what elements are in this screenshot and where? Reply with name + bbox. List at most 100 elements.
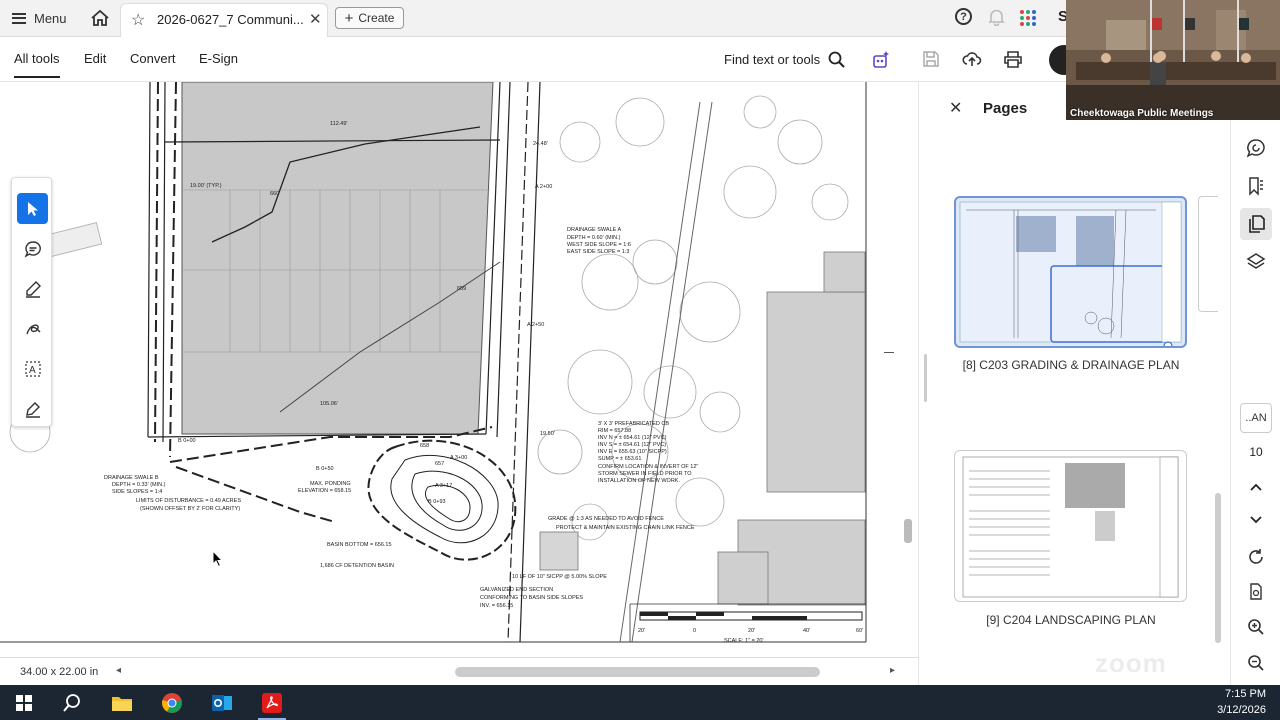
- mouse-pointer-icon: [212, 550, 224, 568]
- create-button[interactable]: + Create: [335, 7, 404, 29]
- pages-panel-scrollbar[interactable]: [1213, 138, 1223, 658]
- draw-tool[interactable]: [17, 313, 48, 344]
- bookmarks-panel-button[interactable]: [1243, 173, 1269, 199]
- station-b-093: B 0+93: [428, 499, 446, 505]
- page-label-9: [9] C204 LANDSCAPING PLAN: [986, 613, 1156, 627]
- comments-panel-button[interactable]: [1243, 135, 1269, 161]
- swale-a-east: EAST SIDE SLOPE = 1:3: [567, 249, 629, 255]
- acrobat-window: Menu ☆ 2026-0627_7 Communi... ✕ + Create…: [0, 0, 1280, 720]
- sign-tool[interactable]: [17, 393, 48, 424]
- layers-panel-button[interactable]: [1243, 249, 1269, 275]
- document-vertical-scrollbar[interactable]: [880, 82, 918, 657]
- comment-icon: [24, 240, 41, 258]
- page-thumbnail-9-preview: [962, 456, 1179, 598]
- end-section-1: GALVANIZED END SECTION: [480, 587, 553, 593]
- folder-icon: [112, 696, 132, 711]
- close-panel-icon[interactable]: ✕: [949, 98, 962, 118]
- ponding-2: ELEVATION = 658.15: [298, 488, 351, 494]
- page-thumbnail-9[interactable]: [954, 450, 1187, 602]
- zoom-out-button[interactable]: [1243, 650, 1269, 676]
- cb-line-4: INV S = ± 654.61 (12" PVC): [598, 442, 666, 448]
- page-thumbnail-8[interactable]: [954, 196, 1187, 348]
- cb-line-3: INV N = ± 654.61 (12" PVC): [598, 435, 667, 441]
- zoom-in-button[interactable]: [1243, 614, 1269, 640]
- menu-button[interactable]: Menu: [12, 8, 67, 28]
- print-icon[interactable]: [1003, 49, 1023, 69]
- scroll-right-icon[interactable]: ▸: [890, 665, 895, 676]
- chevron-up-icon: [1250, 483, 1262, 491]
- document-viewport[interactable]: 112.49' 19.00' (TYP.) 24.48' 105.06' 19.…: [0, 82, 880, 657]
- apps-grid-icon[interactable]: [1020, 10, 1036, 26]
- taskbar-outlook[interactable]: [198, 685, 246, 720]
- collapse-handle-icon[interactable]: [884, 352, 894, 353]
- taskbar-chrome[interactable]: [148, 685, 196, 720]
- tab-e-sign[interactable]: E-Sign: [199, 51, 238, 66]
- cb-line-7: CONFIRM LOCATION & INVERT OF 12": [598, 464, 698, 470]
- save-icon[interactable]: [921, 49, 941, 69]
- grade-note: GRADE @ 1:3 AS NEEDED TO AVOID FENCE: [548, 516, 664, 522]
- comment-tool[interactable]: [17, 233, 48, 264]
- star-icon[interactable]: ☆: [131, 10, 145, 30]
- notification-bell-icon[interactable]: [988, 8, 1005, 31]
- quick-tools-bar: A: [11, 177, 52, 427]
- document-tab[interactable]: ☆ 2026-0627_7 Communi... ✕: [120, 3, 328, 37]
- text-box-tool[interactable]: A: [17, 353, 48, 384]
- close-tab-icon[interactable]: ✕: [309, 10, 322, 28]
- dim-top: 112.49': [330, 121, 347, 127]
- contour-659: 659: [457, 286, 466, 292]
- previous-page-button[interactable]: [1243, 474, 1269, 500]
- bookmark-icon: [1249, 177, 1263, 196]
- system-clock[interactable]: 7:15 PM 3/12/2026: [1217, 686, 1266, 718]
- home-icon[interactable]: [90, 9, 110, 27]
- page-info-button[interactable]: [1243, 579, 1269, 605]
- highlight-tool[interactable]: [17, 273, 48, 304]
- taskbar-search-button[interactable]: [48, 685, 96, 720]
- scroll-thumb[interactable]: [904, 519, 912, 543]
- zoom-level-box[interactable]: ..AN: [1240, 403, 1272, 433]
- taskbar-acrobat[interactable]: [248, 685, 296, 720]
- station-a-300: A 3+00: [450, 455, 467, 461]
- cb-line-1: 3' X 3' PREFABRICATED CB: [598, 421, 669, 427]
- scale-tick-4: 60': [856, 628, 863, 634]
- dim-1946: 19.50': [540, 431, 555, 437]
- pages-panel: ✕ Pages [8] C203 GRADING & DRAINAGE PLAN: [918, 82, 1230, 685]
- start-button[interactable]: [0, 685, 48, 720]
- next-page-button[interactable]: [1243, 507, 1269, 533]
- scale-label: SCALE: 1" = 20': [724, 638, 764, 644]
- document-tab-title: 2026-0627_7 Communi...: [157, 12, 304, 27]
- clock-time: 7:15 PM: [1225, 688, 1266, 700]
- cb-line-8: STORM SEWER IN FIELD PRIOR TO: [598, 471, 692, 477]
- tab-all-tools[interactable]: All tools: [14, 51, 60, 78]
- scroll-left-icon[interactable]: ◂: [116, 665, 121, 676]
- horizontal-scroll-thumb[interactable]: [455, 667, 820, 677]
- site-plan-drawing: 112.49' 19.00' (TYP.) 24.48' 105.06' 19.…: [0, 82, 880, 657]
- dim-typ: 19.00' (TYP.): [190, 183, 222, 189]
- zoom-video-feed[interactable]: Cheektowaga Public Meetings: [1066, 0, 1280, 120]
- ai-assistant-icon[interactable]: [871, 49, 891, 69]
- station-a-250: A 2+50: [527, 322, 544, 328]
- contour-660: 660: [270, 191, 279, 197]
- disturbance-1: LIMITS OF DISTURBANCE = 0.49 ACRES: [136, 498, 241, 504]
- taskbar-file-explorer[interactable]: [98, 685, 146, 720]
- help-icon[interactable]: ?: [955, 8, 972, 25]
- search-icon: [828, 51, 845, 68]
- rotate-button[interactable]: [1243, 544, 1269, 570]
- fence-note: PROTECT & MAINTAIN EXISTING CHAIN LINK F…: [556, 525, 695, 531]
- layers-icon: [1246, 253, 1266, 269]
- tab-edit[interactable]: Edit: [84, 51, 106, 66]
- page-dimensions: 34.00 x 22.00 in: [20, 666, 99, 678]
- clock-date: 3/12/2026: [1217, 704, 1266, 716]
- current-page-number[interactable]: 10: [1231, 445, 1280, 459]
- pages-panel-scroll-thumb[interactable]: [1215, 493, 1221, 643]
- pages-panel-button[interactable]: [1240, 208, 1272, 240]
- select-tool[interactable]: [17, 193, 48, 224]
- find-text-or-tools[interactable]: Find text or tools: [724, 51, 845, 68]
- chrome-icon: [162, 692, 182, 713]
- upload-cloud-icon[interactable]: [962, 49, 982, 69]
- meeting-room-image: [1066, 0, 1280, 120]
- swale-a-title: DRAINAGE SWALE A: [567, 227, 622, 233]
- freehand-draw-icon: [25, 323, 40, 334]
- tab-convert[interactable]: Convert: [130, 51, 176, 66]
- hamburger-icon: [12, 12, 26, 24]
- comment-icon: [1246, 139, 1265, 158]
